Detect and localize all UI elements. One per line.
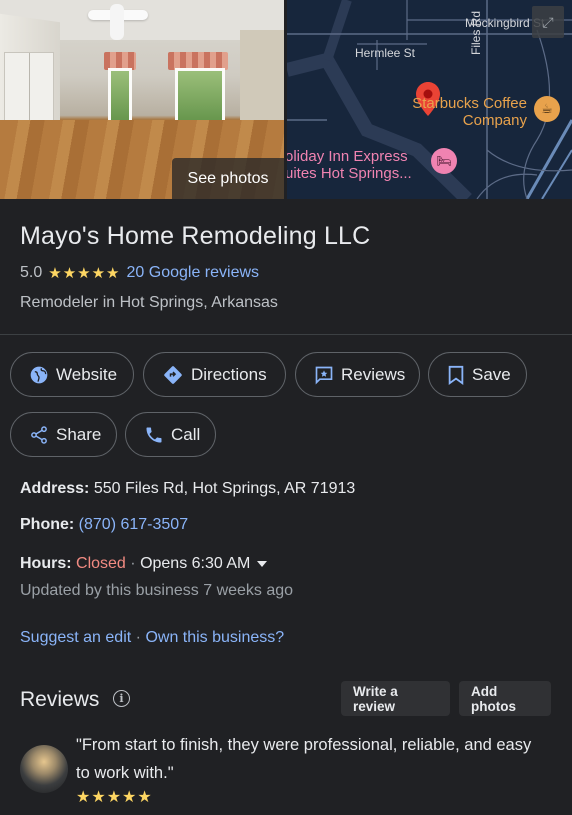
phone-link[interactable]: (870) 617-3507 [79, 516, 188, 533]
coffee-icon: ☕ [534, 96, 560, 122]
review-text: "From start to finish, they were profess… [76, 736, 532, 782]
call-label: Call [171, 424, 201, 444]
reviews-heading: Reviews [20, 688, 100, 711]
hours-row[interactable]: Hours: Closed · Opens 6:30 AM [20, 555, 267, 573]
poi-starbucks[interactable]: Starbucks Coffee Company [393, 95, 527, 129]
photo-right-wall [240, 30, 284, 130]
address-label: Address: [20, 480, 90, 497]
avatar [20, 745, 68, 793]
ceiling-fan-blade [110, 4, 124, 40]
poi-hotel-line1: oliday Inn Express [287, 148, 408, 165]
add-photos-button[interactable]: Add photos [459, 681, 551, 716]
info-icon[interactable]: i [113, 690, 130, 707]
review-stars: ★★★★★ [76, 789, 153, 806]
expand-map-icon[interactable]: ⤢ [532, 6, 564, 38]
map-thumbnail[interactable]: Mockingbird St Hermlee St Files Rd Starb… [287, 0, 572, 199]
reviews-button[interactable]: Reviews [295, 352, 420, 397]
hours-status: Closed [76, 555, 126, 572]
reviews-label: Reviews [341, 364, 406, 384]
business-photo[interactable]: See photos [0, 0, 284, 199]
rating-stars: ★★★★★ [48, 265, 121, 282]
poi-hotel[interactable]: oliday Inn Express uites Hot Springs... [287, 148, 412, 182]
poi-hotel-line2: uites Hot Springs... [287, 165, 412, 182]
directions-icon [162, 364, 184, 386]
website-button[interactable]: Website [10, 352, 134, 397]
updated-note: Updated by this business 7 weeks ago [20, 582, 294, 599]
divider [0, 334, 572, 335]
business-category: Remodeler in Hot Springs, Arkansas [20, 294, 278, 311]
bookmark-icon [447, 364, 465, 386]
suggest-edit-link[interactable]: Suggest an edit [20, 629, 131, 646]
poi-starbucks-line2: Company [462, 112, 527, 129]
hotel-icon: 🛏 [431, 148, 457, 174]
see-photos-button[interactable]: See photos [172, 158, 284, 199]
hours-next: Opens 6:30 AM [140, 555, 251, 572]
globe-icon [29, 364, 49, 386]
phone-icon [144, 424, 164, 446]
share-label: Share [56, 424, 102, 444]
address-row: Address: 550 Files Rd, Hot Springs, AR 7… [20, 480, 355, 498]
directions-label: Directions [191, 364, 267, 384]
review-icon [314, 364, 334, 386]
street-label: Hermlee St [355, 46, 416, 60]
address-value[interactable]: 550 Files Rd, Hot Springs, AR 71913 [94, 480, 355, 497]
phone-label: Phone: [20, 516, 75, 533]
business-name: Mayo's Home Remodeling LLC [20, 222, 371, 250]
own-business-link[interactable]: Own this business? [145, 629, 284, 646]
website-label: Website [56, 364, 118, 384]
rating-value: 5.0 [20, 264, 43, 281]
chevron-down-icon[interactable] [256, 560, 267, 567]
edit-row: Suggest an edit · Own this business? [20, 629, 284, 647]
poi-starbucks-line1: Starbucks Coffee [412, 95, 527, 112]
save-label: Save [472, 364, 511, 384]
media-strip: See photos Mockingbird St Hermlee St Fil… [0, 0, 572, 199]
rating-row: 5.0 ★★★★★ 20 Google reviews [20, 264, 259, 282]
call-button[interactable]: Call [125, 412, 216, 457]
hours-separator: · [130, 555, 136, 572]
share-button[interactable]: Share [10, 412, 117, 457]
edit-separator: · [135, 629, 141, 646]
save-button[interactable]: Save [428, 352, 527, 397]
street-label: Files Rd [469, 10, 483, 55]
share-icon [29, 424, 49, 446]
phone-row: Phone: (870) 617-3507 [20, 516, 188, 534]
directions-button[interactable]: Directions [143, 352, 286, 397]
hours-label: Hours: [20, 555, 72, 572]
write-review-button[interactable]: Write a review [341, 681, 450, 716]
google-reviews-link[interactable]: 20 Google reviews [127, 264, 260, 282]
